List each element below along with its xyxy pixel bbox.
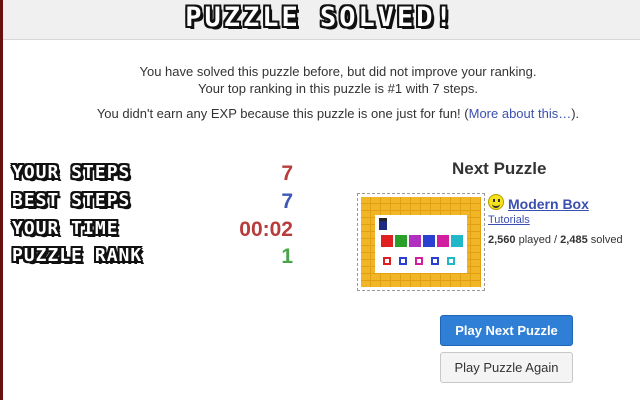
next-puzzle-thumbnail[interactable] xyxy=(357,193,485,291)
smiley-icon xyxy=(488,194,504,210)
message-previous-solve: You have solved this puzzle before, but … xyxy=(139,64,537,79)
play-puzzle-again-button[interactable]: Play Puzzle Again xyxy=(440,352,573,383)
stat-label-puzzle-rank: PUZZLE RANK xyxy=(12,245,143,266)
blue-box-icon xyxy=(423,235,435,247)
played-count: 2,560 xyxy=(488,234,516,246)
stat-value-puzzle-rank: 1 xyxy=(281,245,293,268)
message-top-ranking: Your top ranking in this puzzle is #1 wi… xyxy=(198,81,478,96)
cyan-target-icon xyxy=(447,257,455,265)
blue-target-icon-2 xyxy=(431,257,439,265)
next-puzzle-heading: Next Puzzle xyxy=(452,159,547,178)
puzzle-preview-floor xyxy=(375,215,467,273)
next-puzzle-name-link[interactable]: Modern Box xyxy=(508,196,589,212)
next-puzzle-category-link[interactable]: Tutorials xyxy=(488,214,530,226)
cyan-box-icon xyxy=(451,235,463,247)
left-border-strip xyxy=(0,0,3,400)
green-box-icon xyxy=(395,235,407,247)
magenta-box-icon xyxy=(437,235,449,247)
magenta-target-icon xyxy=(415,257,423,265)
played-label: played / xyxy=(515,234,561,246)
message-exp-text: You didn't earn any EXP because this puz… xyxy=(96,106,469,121)
solved-count: 2,485 xyxy=(560,234,588,246)
stat-value-your-time: 00:02 xyxy=(239,218,293,241)
stat-label-your-time: YOUR TIME xyxy=(12,218,119,239)
solved-label: solved xyxy=(587,234,623,246)
blue-target-icon xyxy=(399,257,407,265)
message-exp-suffix: ). xyxy=(571,106,580,121)
page-title: PUZZLE SOLVED! xyxy=(185,2,455,33)
more-about-this-link[interactable]: More about this… xyxy=(469,106,572,121)
message-exp: You didn't earn any EXP because this puz… xyxy=(0,106,640,121)
player-figure-icon xyxy=(379,218,387,230)
purple-box-icon xyxy=(409,235,421,247)
stat-label-best-steps: BEST STEPS xyxy=(12,190,131,211)
next-puzzle-stats: 2,560 played / 2,485 solved xyxy=(488,234,623,246)
play-next-puzzle-button[interactable]: Play Next Puzzle xyxy=(440,315,573,346)
stat-label-your-steps: YOUR STEPS xyxy=(12,162,131,183)
puzzle-preview-image xyxy=(361,197,481,287)
stat-value-best-steps: 7 xyxy=(281,190,293,213)
red-target-icon xyxy=(383,257,391,265)
red-box-icon xyxy=(381,235,393,247)
stat-value-your-steps: 7 xyxy=(281,162,293,185)
